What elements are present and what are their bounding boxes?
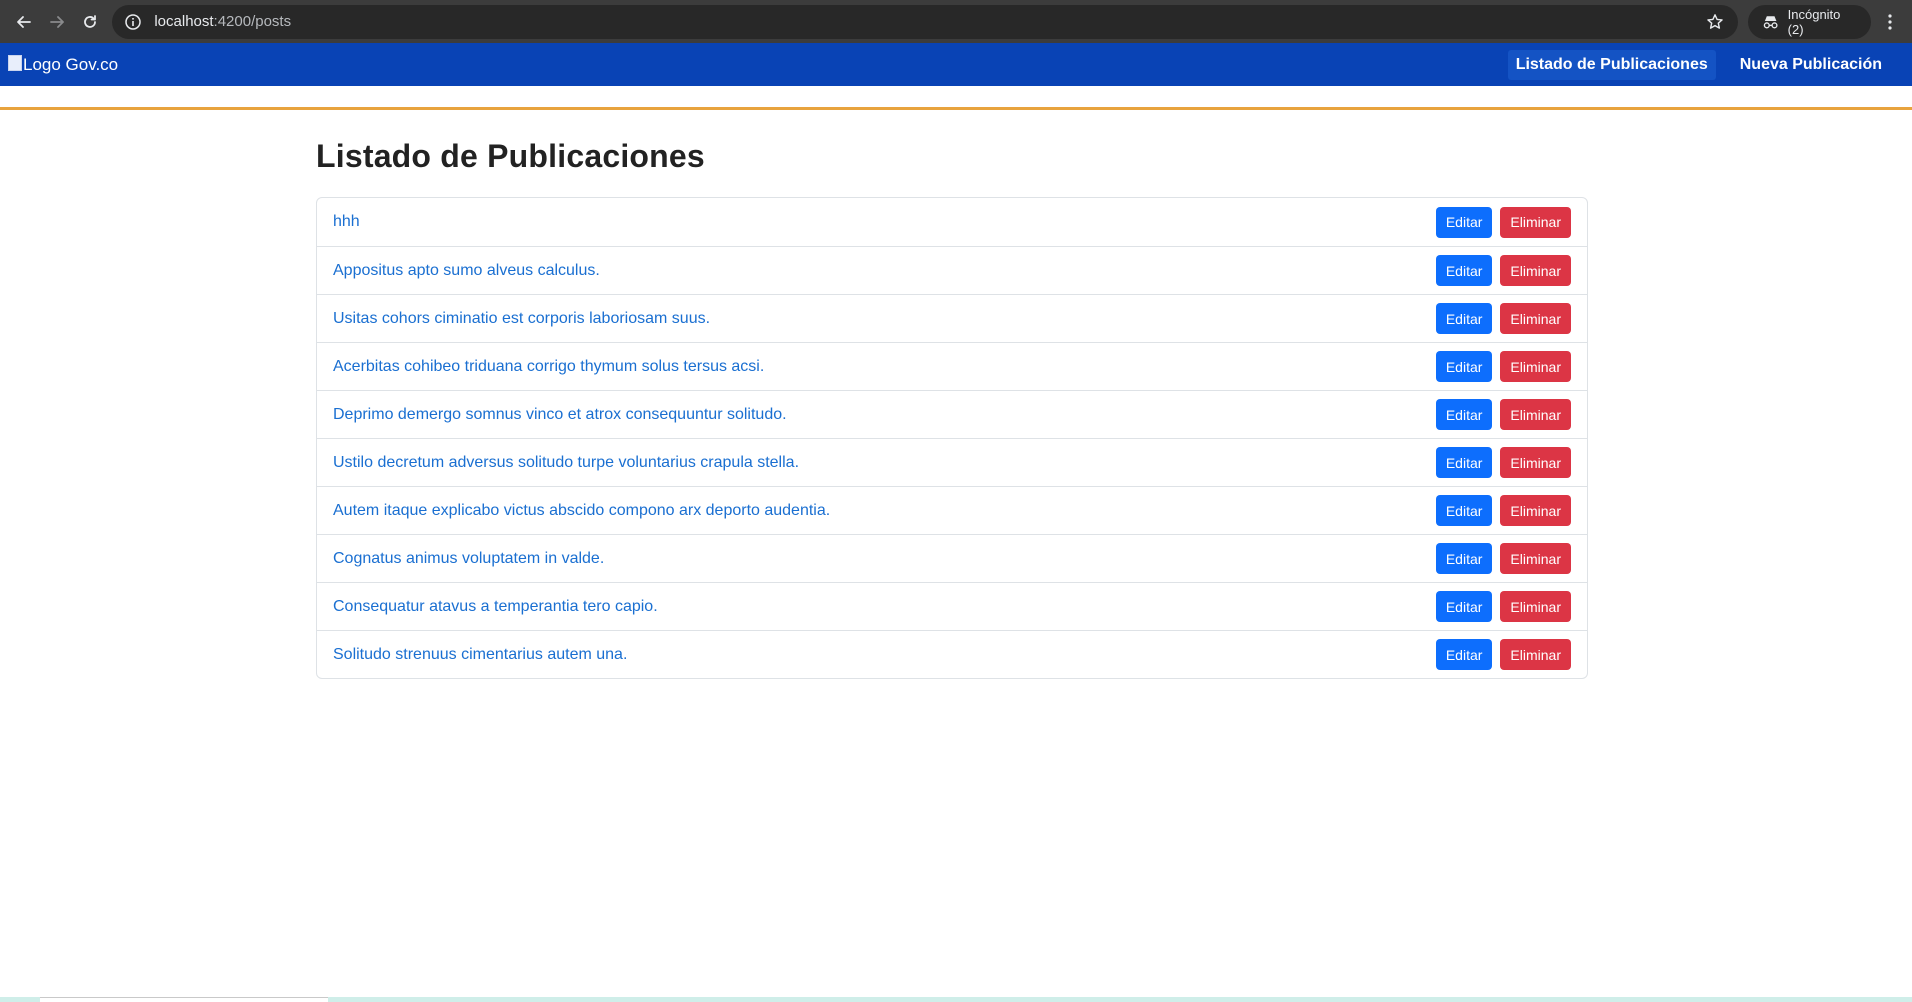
- row-actions: Editar Eliminar: [1435, 399, 1571, 430]
- list-item: Deprimo demergo somnus vinco et atrox co…: [317, 390, 1587, 438]
- delete-button[interactable]: Eliminar: [1500, 639, 1571, 670]
- list-item: Autem itaque explicabo victus abscido co…: [317, 486, 1587, 534]
- url-host: localhost: [154, 13, 214, 30]
- list-item: Solitudo strenuus cimentarius autem una.…: [317, 630, 1587, 678]
- row-actions: Editar Eliminar: [1435, 495, 1571, 526]
- reload-icon: [84, 14, 96, 28]
- row-actions: Editar Eliminar: [1435, 447, 1571, 478]
- delete-button[interactable]: Eliminar: [1500, 447, 1571, 478]
- logo[interactable]: Logo Gov.co: [8, 54, 119, 75]
- list-item: Consequatur atavus a temperantia tero ca…: [317, 582, 1587, 630]
- reload-button[interactable]: [74, 5, 107, 39]
- post-title-link[interactable]: Usitas cohors ciminatio est corporis lab…: [333, 310, 710, 328]
- forward-button[interactable]: [41, 5, 74, 39]
- delete-button[interactable]: Eliminar: [1500, 543, 1571, 574]
- edit-button[interactable]: Editar: [1435, 206, 1493, 238]
- incognito-label: Incógnito (2): [1787, 6, 1841, 37]
- edit-button[interactable]: Editar: [1435, 447, 1493, 478]
- delete-button[interactable]: Eliminar: [1500, 399, 1571, 430]
- post-title-link[interactable]: Ustilo decretum adversus solitudo turpe …: [333, 454, 799, 472]
- list-item: hhh Editar Eliminar: [317, 198, 1587, 246]
- edit-button[interactable]: Editar: [1435, 255, 1493, 286]
- logo-alt-text: Logo Gov.co: [23, 54, 119, 74]
- row-actions: Editar Eliminar: [1435, 303, 1571, 334]
- row-actions: Editar Eliminar: [1435, 351, 1571, 382]
- delete-button[interactable]: Eliminar: [1500, 495, 1571, 526]
- list-item: Acerbitas cohibeo triduana corrigo thymu…: [317, 342, 1587, 390]
- edit-button[interactable]: Editar: [1435, 591, 1493, 622]
- browser-toolbar: localhost:4200/posts Incógnito (2): [0, 0, 1912, 43]
- row-actions: Editar Eliminar: [1435, 206, 1571, 238]
- url-text: localhost:4200/posts: [154, 13, 1704, 30]
- arrow-right-icon: [50, 15, 65, 28]
- post-title-link[interactable]: Cognatus animus voluptatem in valde.: [333, 550, 604, 568]
- kebab-menu-icon[interactable]: [1875, 5, 1904, 39]
- delete-button[interactable]: Eliminar: [1500, 303, 1571, 334]
- list-item: Usitas cohors ciminatio est corporis lab…: [317, 294, 1587, 342]
- post-title-link[interactable]: Appositus apto sumo alveus calculus.: [333, 262, 600, 280]
- post-list: hhh Editar Eliminar Appositus apto sumo …: [316, 197, 1588, 679]
- edit-button[interactable]: Editar: [1435, 303, 1493, 334]
- post-title-link[interactable]: Deprimo demergo somnus vinco et atrox co…: [333, 406, 787, 424]
- delete-button[interactable]: Eliminar: [1500, 255, 1571, 286]
- arrow-left-icon: [17, 15, 32, 28]
- back-button[interactable]: [8, 5, 41, 39]
- accent-divider: [0, 107, 1912, 110]
- list-item: Cognatus animus voluptatem in valde. Edi…: [317, 534, 1587, 582]
- nav-link-nueva[interactable]: Nueva Publicación: [1732, 50, 1890, 80]
- star-icon[interactable]: [1704, 11, 1726, 33]
- info-circle-icon[interactable]: [124, 13, 142, 31]
- row-actions: Editar Eliminar: [1435, 255, 1571, 286]
- row-actions: Editar Eliminar: [1435, 591, 1571, 622]
- row-actions: Editar Eliminar: [1435, 639, 1571, 670]
- broken-image-icon: [8, 54, 22, 71]
- delete-button[interactable]: Eliminar: [1500, 351, 1571, 382]
- list-item: Appositus apto sumo alveus calculus. Edi…: [317, 246, 1587, 294]
- url-path: :4200/posts: [213, 13, 292, 30]
- address-bar[interactable]: localhost:4200/posts: [112, 4, 1739, 39]
- post-title-link[interactable]: hhh: [333, 213, 360, 231]
- incognito-indicator[interactable]: Incógnito (2): [1748, 4, 1872, 39]
- incognito-icon: [1764, 15, 1778, 28]
- main-content: Listado de Publicaciones hhh Editar Elim…: [316, 138, 1588, 679]
- edit-button[interactable]: Editar: [1435, 351, 1493, 382]
- edit-button[interactable]: Editar: [1435, 495, 1493, 526]
- edit-button[interactable]: Editar: [1435, 543, 1493, 574]
- nav-links: Listado de Publicaciones Nueva Publicaci…: [1507, 49, 1904, 80]
- edit-button[interactable]: Editar: [1435, 399, 1493, 430]
- bottom-strip-segment: [40, 997, 328, 1002]
- post-title-link[interactable]: Autem itaque explicabo victus abscido co…: [333, 502, 830, 520]
- post-title-link[interactable]: Acerbitas cohibeo triduana corrigo thymu…: [333, 358, 764, 376]
- site-navbar: Logo Gov.co Listado de Publicaciones Nue…: [0, 43, 1912, 86]
- post-title-link[interactable]: Solitudo strenuus cimentarius autem una.: [333, 646, 627, 664]
- list-item: Ustilo decretum adversus solitudo turpe …: [317, 438, 1587, 486]
- bottom-strip: [0, 997, 1912, 1002]
- page-title: Listado de Publicaciones: [316, 138, 705, 174]
- nav-link-listado[interactable]: Listado de Publicaciones: [1507, 49, 1716, 80]
- post-title-link[interactable]: Consequatur atavus a temperantia tero ca…: [333, 598, 658, 616]
- delete-button[interactable]: Eliminar: [1500, 591, 1571, 622]
- row-actions: Editar Eliminar: [1435, 543, 1571, 574]
- delete-button[interactable]: Eliminar: [1500, 206, 1571, 238]
- edit-button[interactable]: Editar: [1435, 639, 1493, 670]
